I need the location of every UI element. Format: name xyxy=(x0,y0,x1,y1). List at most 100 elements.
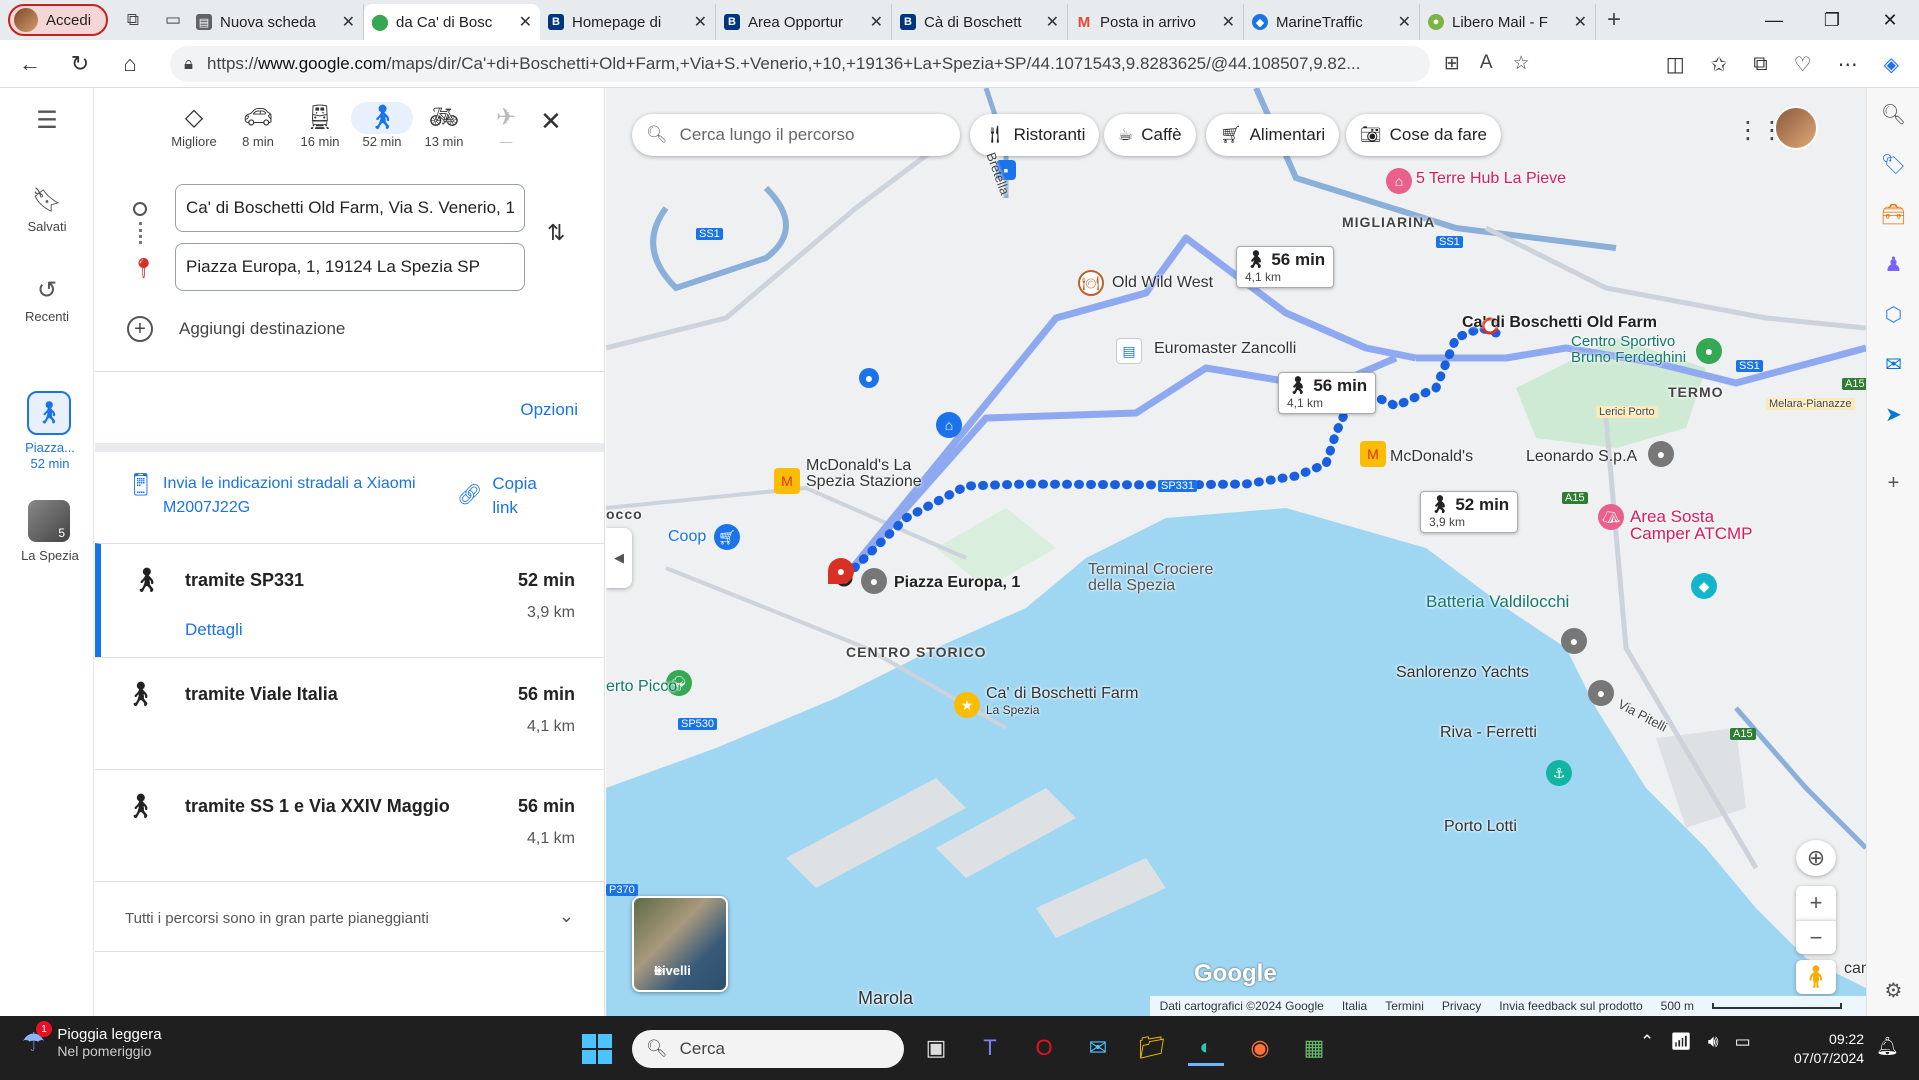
browser-essentials-icon[interactable]: ♡ xyxy=(1794,52,1812,77)
tab-actions-icon[interactable]: ▭ xyxy=(158,5,188,35)
stadium-pin-icon[interactable]: ● xyxy=(1696,338,1722,364)
route-time-callout-selected[interactable]: 🚶︎ 52 min 3,9 km xyxy=(1420,491,1519,533)
taskbar-search[interactable]: 🔍︎ Cerca xyxy=(632,1030,904,1068)
close-tab-icon[interactable]: ✕ xyxy=(1222,12,1235,32)
close-window-icon[interactable]: ✕ xyxy=(1862,0,1918,40)
copilot-icon[interactable]: ◈ xyxy=(1884,52,1899,77)
browser-tab[interactable]: B Cà di Boschett ✕ xyxy=(892,4,1068,40)
add-sidebar-app-icon[interactable]: + xyxy=(1867,472,1919,495)
saved-button[interactable]: 🔖︎ Salvati xyxy=(0,186,94,234)
add-destination-button[interactable]: + Aggiungi destinazione xyxy=(127,316,345,342)
mcdonalds-icon[interactable]: M xyxy=(774,468,800,494)
place-pin-icon[interactable]: ● xyxy=(861,568,887,594)
mode-car[interactable]: 🚗︎ 8 min xyxy=(227,102,289,149)
collapse-panel-button[interactable]: ◀ xyxy=(606,528,632,588)
route-details-link[interactable]: Dettagli xyxy=(185,620,243,640)
mode-transit[interactable]: 🚆︎ 16 min xyxy=(289,102,351,149)
minimize-icon[interactable]: — xyxy=(1746,0,1802,40)
options-link[interactable]: Opzioni xyxy=(520,400,578,420)
browser-tab[interactable]: M Posta in arrivo ✕ xyxy=(1068,4,1244,40)
my-location-button[interactable]: ⊕ xyxy=(1796,840,1836,876)
more-menu-icon[interactable]: ⋯ xyxy=(1838,52,1858,77)
browser-tab[interactable]: ● Libero Mail - F ✕ xyxy=(1420,4,1596,40)
microsoft365-icon[interactable]: ⬡ xyxy=(1867,302,1919,327)
chip-restaurants[interactable]: 🍴︎ Ristoranti xyxy=(970,114,1100,156)
collections-icon[interactable]: ⧉ xyxy=(1753,53,1767,76)
browser-tab[interactable]: B Area Opportur ✕ xyxy=(716,4,892,40)
route-option[interactable]: 🚶︎ tramite Viale Italia 56 min 4,1 km xyxy=(95,657,604,769)
close-tab-icon[interactable]: ✕ xyxy=(1398,12,1411,32)
mode-walk[interactable]: 🚶︎ 52 min xyxy=(351,102,413,149)
close-tab-icon[interactable]: ✕ xyxy=(1574,12,1587,32)
mcdonalds-icon[interactable]: M xyxy=(1360,441,1386,467)
close-directions-icon[interactable]: ✕ xyxy=(540,106,562,137)
sidebar-settings-icon[interactable]: ⚙︎ xyxy=(1867,978,1919,1003)
apps-available-icon[interactable]: ⊞ xyxy=(1444,52,1460,75)
shop-pin-icon[interactable]: ▤ xyxy=(1116,338,1142,364)
installer-icon[interactable]: ▦ xyxy=(1296,1030,1332,1066)
browser-tab-active[interactable]: ⬤ da Ca' di Bosc ✕ xyxy=(364,4,540,40)
scale-label[interactable]: 500 m xyxy=(1661,999,1694,1013)
close-tab-icon[interactable]: ✕ xyxy=(694,12,707,32)
edge-icon[interactable]: ◐ xyxy=(1188,1030,1224,1066)
copy-link-button[interactable]: Copia link xyxy=(492,472,552,520)
mode-bike[interactable]: 🚲︎ 13 min xyxy=(413,102,475,149)
home-pin-icon[interactable]: ⌂ xyxy=(936,412,962,438)
favorite-star-icon[interactable]: ☆ xyxy=(1513,52,1530,75)
read-aloud-icon[interactable]: A xyxy=(1480,52,1493,75)
favorites-icon[interactable]: ✩ xyxy=(1711,52,1728,77)
close-tab-icon[interactable]: ✕ xyxy=(342,12,355,32)
games-icon[interactable]: ♟︎ xyxy=(1867,252,1919,277)
place-pin-icon[interactable]: ● xyxy=(1561,628,1587,654)
home-icon[interactable]: ⌂ xyxy=(110,44,150,84)
route-time-callout[interactable]: 🚶︎ 56 min 4,1 km xyxy=(1278,372,1377,414)
chevron-down-icon[interactable]: ⌄ xyxy=(559,906,574,927)
route-option[interactable]: 🚶︎ tramite SP331 52 min 3,9 km Dettagli xyxy=(95,543,604,657)
task-view-icon[interactable]: ▣ xyxy=(918,1030,954,1066)
layers-button[interactable]: ◈ Livelli xyxy=(632,896,728,992)
send-to-phone-link[interactable]: Invia le indicazioni stradali a Xiaomi M… xyxy=(163,472,433,520)
outlook-icon[interactable]: ✉︎ xyxy=(1867,352,1919,377)
destination-red-pin-icon[interactable]: ● xyxy=(828,558,854,584)
reload-icon[interactable]: ↻ xyxy=(60,44,100,84)
transit-pin-icon[interactable]: ● xyxy=(859,368,879,388)
firefox-icon[interactable]: ◉ xyxy=(1242,1030,1278,1066)
recent-walk-route-button[interactable]: 🚶︎ xyxy=(27,391,71,435)
workspaces-icon[interactable]: ⧉ xyxy=(118,5,148,35)
mode-best[interactable]: ◇ Migliore xyxy=(163,102,225,149)
shopping-cart-pin-icon[interactable]: 🛒︎ xyxy=(714,524,740,550)
clock[interactable]: 09:22 07/07/2024 xyxy=(1794,1030,1864,1068)
hub-pin-icon[interactable]: ⌂ xyxy=(1386,168,1412,194)
browser-tab[interactable]: B Homepage di ✕ xyxy=(540,4,716,40)
battery-icon[interactable]: ▭ xyxy=(1735,1032,1751,1052)
close-tab-icon[interactable]: ✕ xyxy=(519,12,532,32)
close-tab-icon[interactable]: ✕ xyxy=(870,12,883,32)
opera-icon[interactable]: O xyxy=(1026,1030,1062,1066)
pegman-button[interactable]: 🧍︎ xyxy=(1796,960,1836,994)
split-screen-icon[interactable]: ◫ xyxy=(1666,52,1685,77)
file-explorer-icon[interactable]: 📁︎ xyxy=(1134,1030,1170,1066)
region-link[interactable]: Italia xyxy=(1342,999,1367,1013)
tools-icon[interactable]: 🧰︎ xyxy=(1867,202,1919,227)
feedback-link[interactable]: Invia feedback sul prodotto xyxy=(1499,999,1642,1013)
teams-icon[interactable]: T xyxy=(972,1030,1008,1066)
back-icon[interactable]: ← xyxy=(10,44,50,84)
new-tab-button[interactable]: + xyxy=(1596,6,1632,34)
browser-tab[interactable]: ◆ MarineTraffic ✕ xyxy=(1244,4,1420,40)
search-icon[interactable]: 🔍︎ xyxy=(1867,102,1919,127)
mode-flight[interactable]: ✈︎ — xyxy=(475,102,537,149)
camper-pin-icon[interactable]: ⛺︎ xyxy=(1598,504,1624,530)
close-tab-icon[interactable]: ✕ xyxy=(1046,12,1059,32)
route-option[interactable]: 🚶︎ tramite SS 1 e Via XXIV Maggio 56 min… xyxy=(95,769,604,881)
windows-start-icon[interactable] xyxy=(582,1034,612,1064)
marina-pin-icon[interactable]: ⚓︎ xyxy=(1546,760,1572,786)
notifications-bell-icon[interactable]: 🔔︎ xyxy=(1876,1036,1899,1057)
chip-things-to-do[interactable]: 📷︎ Cose da fare xyxy=(1346,114,1501,156)
privacy-link[interactable]: Privacy xyxy=(1442,999,1481,1013)
star-pin-icon[interactable]: ★ xyxy=(954,692,980,718)
send-icon[interactable]: ➤ xyxy=(1867,402,1919,427)
origin-input[interactable] xyxy=(175,184,525,232)
mail-icon[interactable]: ✉︎ xyxy=(1080,1030,1116,1066)
route-search-box[interactable]: 🔍︎ Cerca lungo il percorso xyxy=(632,114,960,156)
url-field[interactable]: 🔒︎ https://www.google.com/maps/dir/Ca'+d… xyxy=(170,45,1430,82)
